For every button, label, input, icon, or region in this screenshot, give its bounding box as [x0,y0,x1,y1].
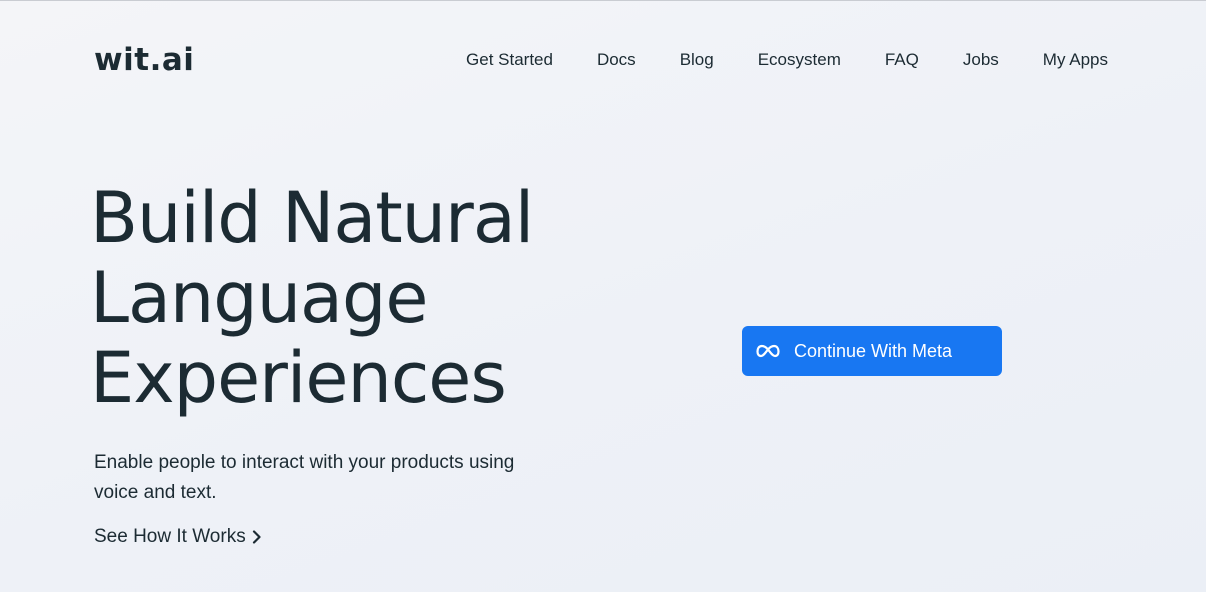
top-navigation: Get Started Docs Blog Ecosystem FAQ Jobs… [466,48,1108,72]
nav-faq[interactable]: FAQ [885,48,919,72]
hero-title-line-3: Experiences [90,337,507,419]
see-how-it-works-link[interactable]: See How It Works [94,523,262,551]
hero-title-line-2: Language [90,257,428,339]
hero-title: Build Natural Language Experiences [90,177,534,419]
see-how-it-works-label: See How It Works [94,526,246,547]
continue-with-meta-label: Continue With Meta [794,340,953,361]
nav-docs[interactable]: Docs [597,48,636,72]
nav-blog[interactable]: Blog [680,48,714,72]
continue-with-meta-button[interactable]: Continue With Meta [742,326,1002,376]
nav-my-apps[interactable]: My Apps [1043,48,1108,72]
chevron-right-icon [252,530,261,544]
hero-subtitle: Enable people to interact with your prod… [94,452,515,503]
wit-ai-logo[interactable]: wit.ai [94,40,194,80]
hero-title-line-1: Build Natural [90,177,534,259]
nav-ecosystem[interactable]: Ecosystem [758,48,841,72]
nav-get-started[interactable]: Get Started [466,48,553,72]
top-divider [0,0,1206,1]
nav-jobs[interactable]: Jobs [963,48,999,72]
meta-infinity-icon [756,344,780,358]
